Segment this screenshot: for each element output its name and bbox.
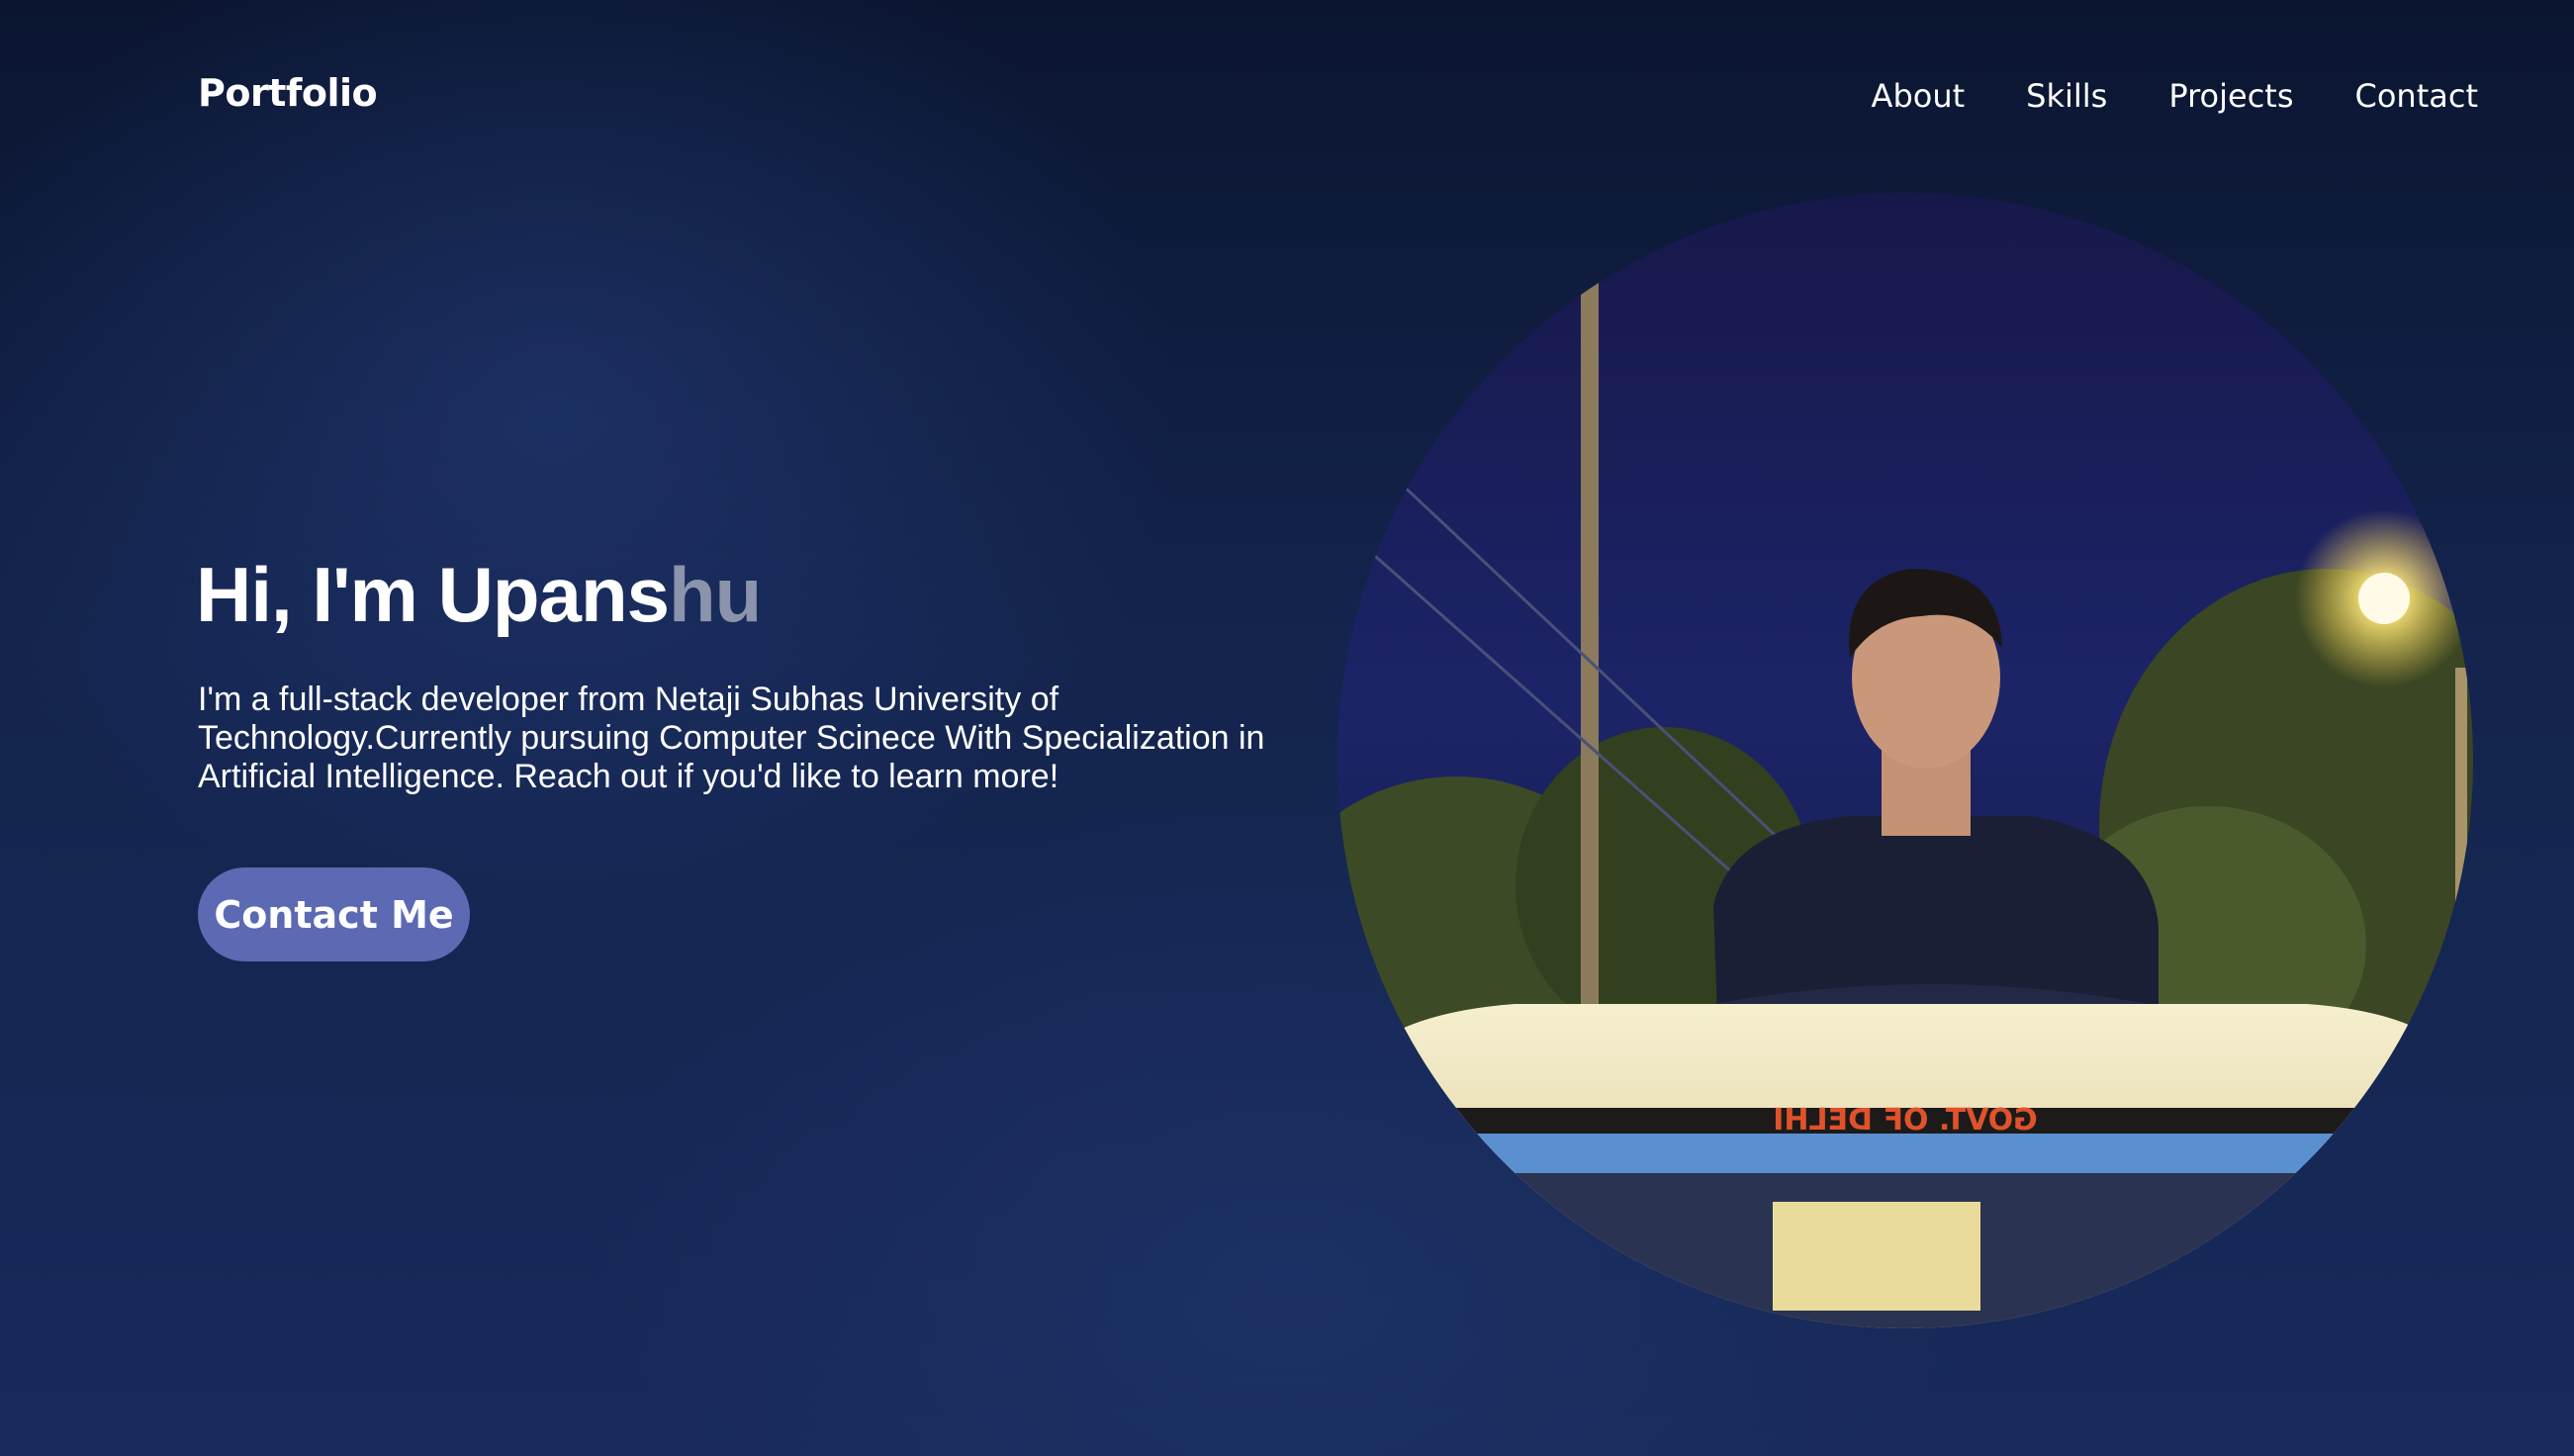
- nav-link-skills[interactable]: Skills: [2026, 77, 2107, 115]
- car-plate-text: GOVT. OF DELHI: [1773, 1103, 2038, 1138]
- nav-link-contact[interactable]: Contact: [2355, 77, 2479, 115]
- profile-photo-illustration: GOVT. OF DELHI: [1337, 193, 2473, 1328]
- hero-heading-typed: Hi, I'm Upans: [196, 551, 670, 638]
- hero-description: I'm a full-stack developer from Netaji S…: [198, 681, 1265, 795]
- nav-link-about[interactable]: About: [1872, 77, 1966, 115]
- top-navbar: Portfolio About Skills Projects Contact: [0, 0, 2574, 198]
- contact-me-button[interactable]: Contact Me: [198, 867, 470, 961]
- profile-photo: GOVT. OF DELHI: [1337, 193, 2473, 1328]
- hero-heading: Hi, I'm Upanshu: [196, 550, 762, 640]
- nav-links: About Skills Projects Contact: [1872, 77, 2478, 115]
- brand-logo[interactable]: Portfolio: [198, 71, 378, 115]
- nav-link-projects[interactable]: Projects: [2168, 77, 2293, 115]
- hero-heading-pending: hu: [668, 551, 762, 638]
